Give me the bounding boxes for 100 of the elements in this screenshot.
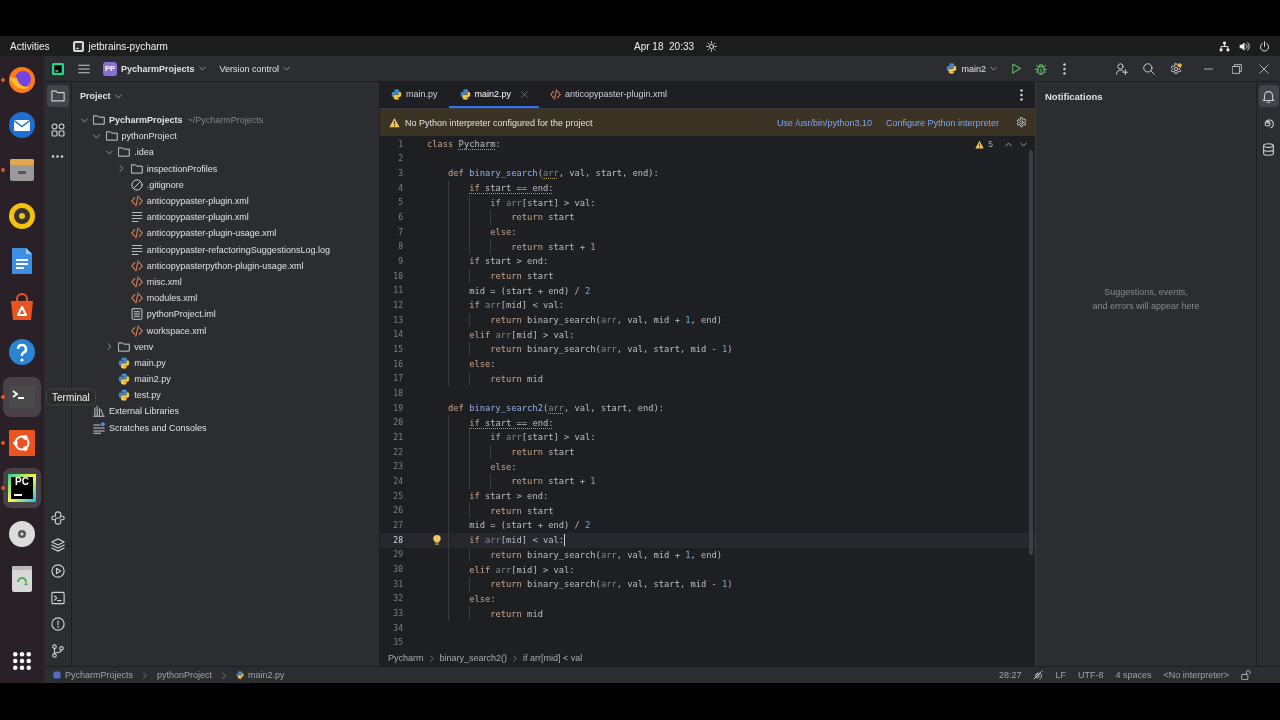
add-user-icon[interactable] [1116,62,1128,75]
code-line: mid = (start + end) / 2 [469,285,591,296]
activities-button[interactable]: Activities [10,40,50,52]
scrollbar-thumb[interactable] [1029,150,1033,555]
code-line: if arr[mid] < val: [469,535,564,546]
breadcrumb[interactable]: binary_search2() [439,653,508,663]
close-icon[interactable] [521,90,529,98]
breadcrumb[interactable]: PycharmProjects [65,670,134,680]
chevron-right-icon[interactable] [119,165,125,173]
editor-tab[interactable]: main.py [380,82,449,108]
menu-icon[interactable] [78,62,90,75]
tree-item[interactable]: anticopypaster-plugin.xml [146,196,249,207]
tree-item[interactable]: PycharmProjects [109,115,183,126]
chevron-down-icon[interactable] [93,133,101,139]
tree-item[interactable]: anticopypasterpython-plugin-usage.xml [146,260,304,271]
code-line: return start + 1 [511,241,596,252]
tree-item[interactable]: misc.xml [146,276,182,287]
dock-item[interactable]: PC [3,468,41,509]
line-number: 29 [392,550,403,560]
clock[interactable]: Apr 18 20:33 [634,40,695,52]
volume-icon[interactable] [1239,40,1250,52]
tree-item[interactable]: main2.py [134,374,171,385]
tree-item[interactable]: inspectionProfiles [146,163,218,174]
tree-item[interactable]: External Libraries [109,406,180,417]
settings-icon[interactable] [1170,62,1182,75]
python-file-icon [391,88,402,100]
folder-icon [50,89,65,103]
tree-item[interactable]: pythonProject.iml [146,309,216,320]
line-number: 33 [392,609,403,618]
tool-window-button[interactable] [46,85,69,107]
code-line: else: [469,359,496,370]
tree-item[interactable]: workspace.xml [146,325,207,336]
play-icon[interactable] [1011,63,1022,74]
chevron-right-icon[interactable] [106,343,112,351]
minimize-icon[interactable] [1204,67,1213,70]
panel-title[interactable]: Project [80,91,122,101]
power-icon[interactable] [1259,40,1270,52]
line-number: 10 [392,271,403,281]
breadcrumb[interactable]: main2.py [248,670,285,680]
restore-icon[interactable] [1232,63,1242,74]
caret-position[interactable]: 28:27 [998,670,1022,680]
code-line: else: [490,227,517,238]
breadcrumb[interactable]: pythonProject [157,670,213,680]
tool-window-button[interactable] [1258,85,1279,107]
line-number: 18 [392,388,403,398]
app-menu[interactable]: jetbrains-pycharm [73,40,168,52]
app-grid-icon[interactable] [13,651,31,670]
chevron-down-icon[interactable] [105,149,113,155]
link[interactable]: Use /usr/bin/python3.10 [776,117,872,128]
path-hint: ~/PycharmProjects [187,115,264,126]
tree-item[interactable]: venv [134,341,154,352]
line-number: 25 [392,491,403,501]
chevron-down-icon[interactable] [1020,141,1027,147]
line-number: 13 [392,315,403,325]
tree-item[interactable]: pythonProject [121,131,177,142]
code-line: if arr[mid] < val: [469,300,564,311]
tree-item[interactable]: anticopypaster-plugin-usage.xml [146,228,277,239]
chevron-up-icon[interactable] [1005,141,1012,147]
search-icon[interactable] [1143,62,1155,75]
line-number: 20 [392,418,403,428]
dock-item[interactable] [3,377,41,418]
tree-item[interactable]: .idea [134,147,154,158]
more-icon[interactable] [1063,62,1066,75]
empty-state-text: Suggestions, events, and errors will appear here [1091,286,1201,313]
tree-item[interactable]: Scratches and Consoles [109,422,207,433]
more-icon[interactable] [1020,89,1023,101]
settings-icon[interactable] [1016,117,1027,128]
interpreter-selector[interactable]: <No interpreter> [1163,670,1229,680]
line-number: 14 [392,330,403,340]
lightbulb-icon[interactable] [432,534,442,545]
xml-file-icon [130,292,143,305]
run-config-selector[interactable]: main2 [946,63,997,74]
indent-setting[interactable]: 4 spaces [1115,670,1152,680]
xml-file-icon [550,88,562,100]
network-icon[interactable] [1219,40,1230,52]
unlocked-icon[interactable] [1241,670,1251,680]
tree-item[interactable]: anticopypaster-refactoringSuggestionsLog.log [146,244,330,255]
project-selector[interactable]: PycharmProjects [121,63,206,74]
app-logo-icon[interactable] [52,62,64,75]
file-encoding[interactable]: UTF-8 [1077,670,1104,680]
xml-file-icon [130,195,143,208]
tree-item[interactable]: test.py [134,390,161,401]
line-separator[interactable]: LF [1055,670,1066,680]
tree-item[interactable]: modules.xml [146,293,198,304]
crossed-spiral-icon[interactable] [1033,670,1044,680]
vcs-selector[interactable]: Version control [219,63,291,74]
tree-item[interactable]: anticopypaster-plugin.xml [146,212,249,223]
module-file-icon [130,308,143,321]
link[interactable]: Configure Python interpreter [885,117,999,128]
python-file-icon [118,356,131,369]
tree-item[interactable]: main.py [134,357,166,368]
chevron-down-icon[interactable] [80,117,88,123]
editor-tab[interactable]: anticopypaster-plugin.xml [539,82,679,108]
warning-count[interactable]: 5 [988,139,993,149]
chevron-right-icon [143,671,148,679]
close-icon[interactable] [1259,63,1269,74]
breadcrumb[interactable]: if arr[mid] < val [523,653,583,663]
bug-icon[interactable] [1035,62,1047,75]
breadcrumb[interactable]: Pycharm [388,653,424,663]
tree-item[interactable]: .gitignore [146,179,184,190]
